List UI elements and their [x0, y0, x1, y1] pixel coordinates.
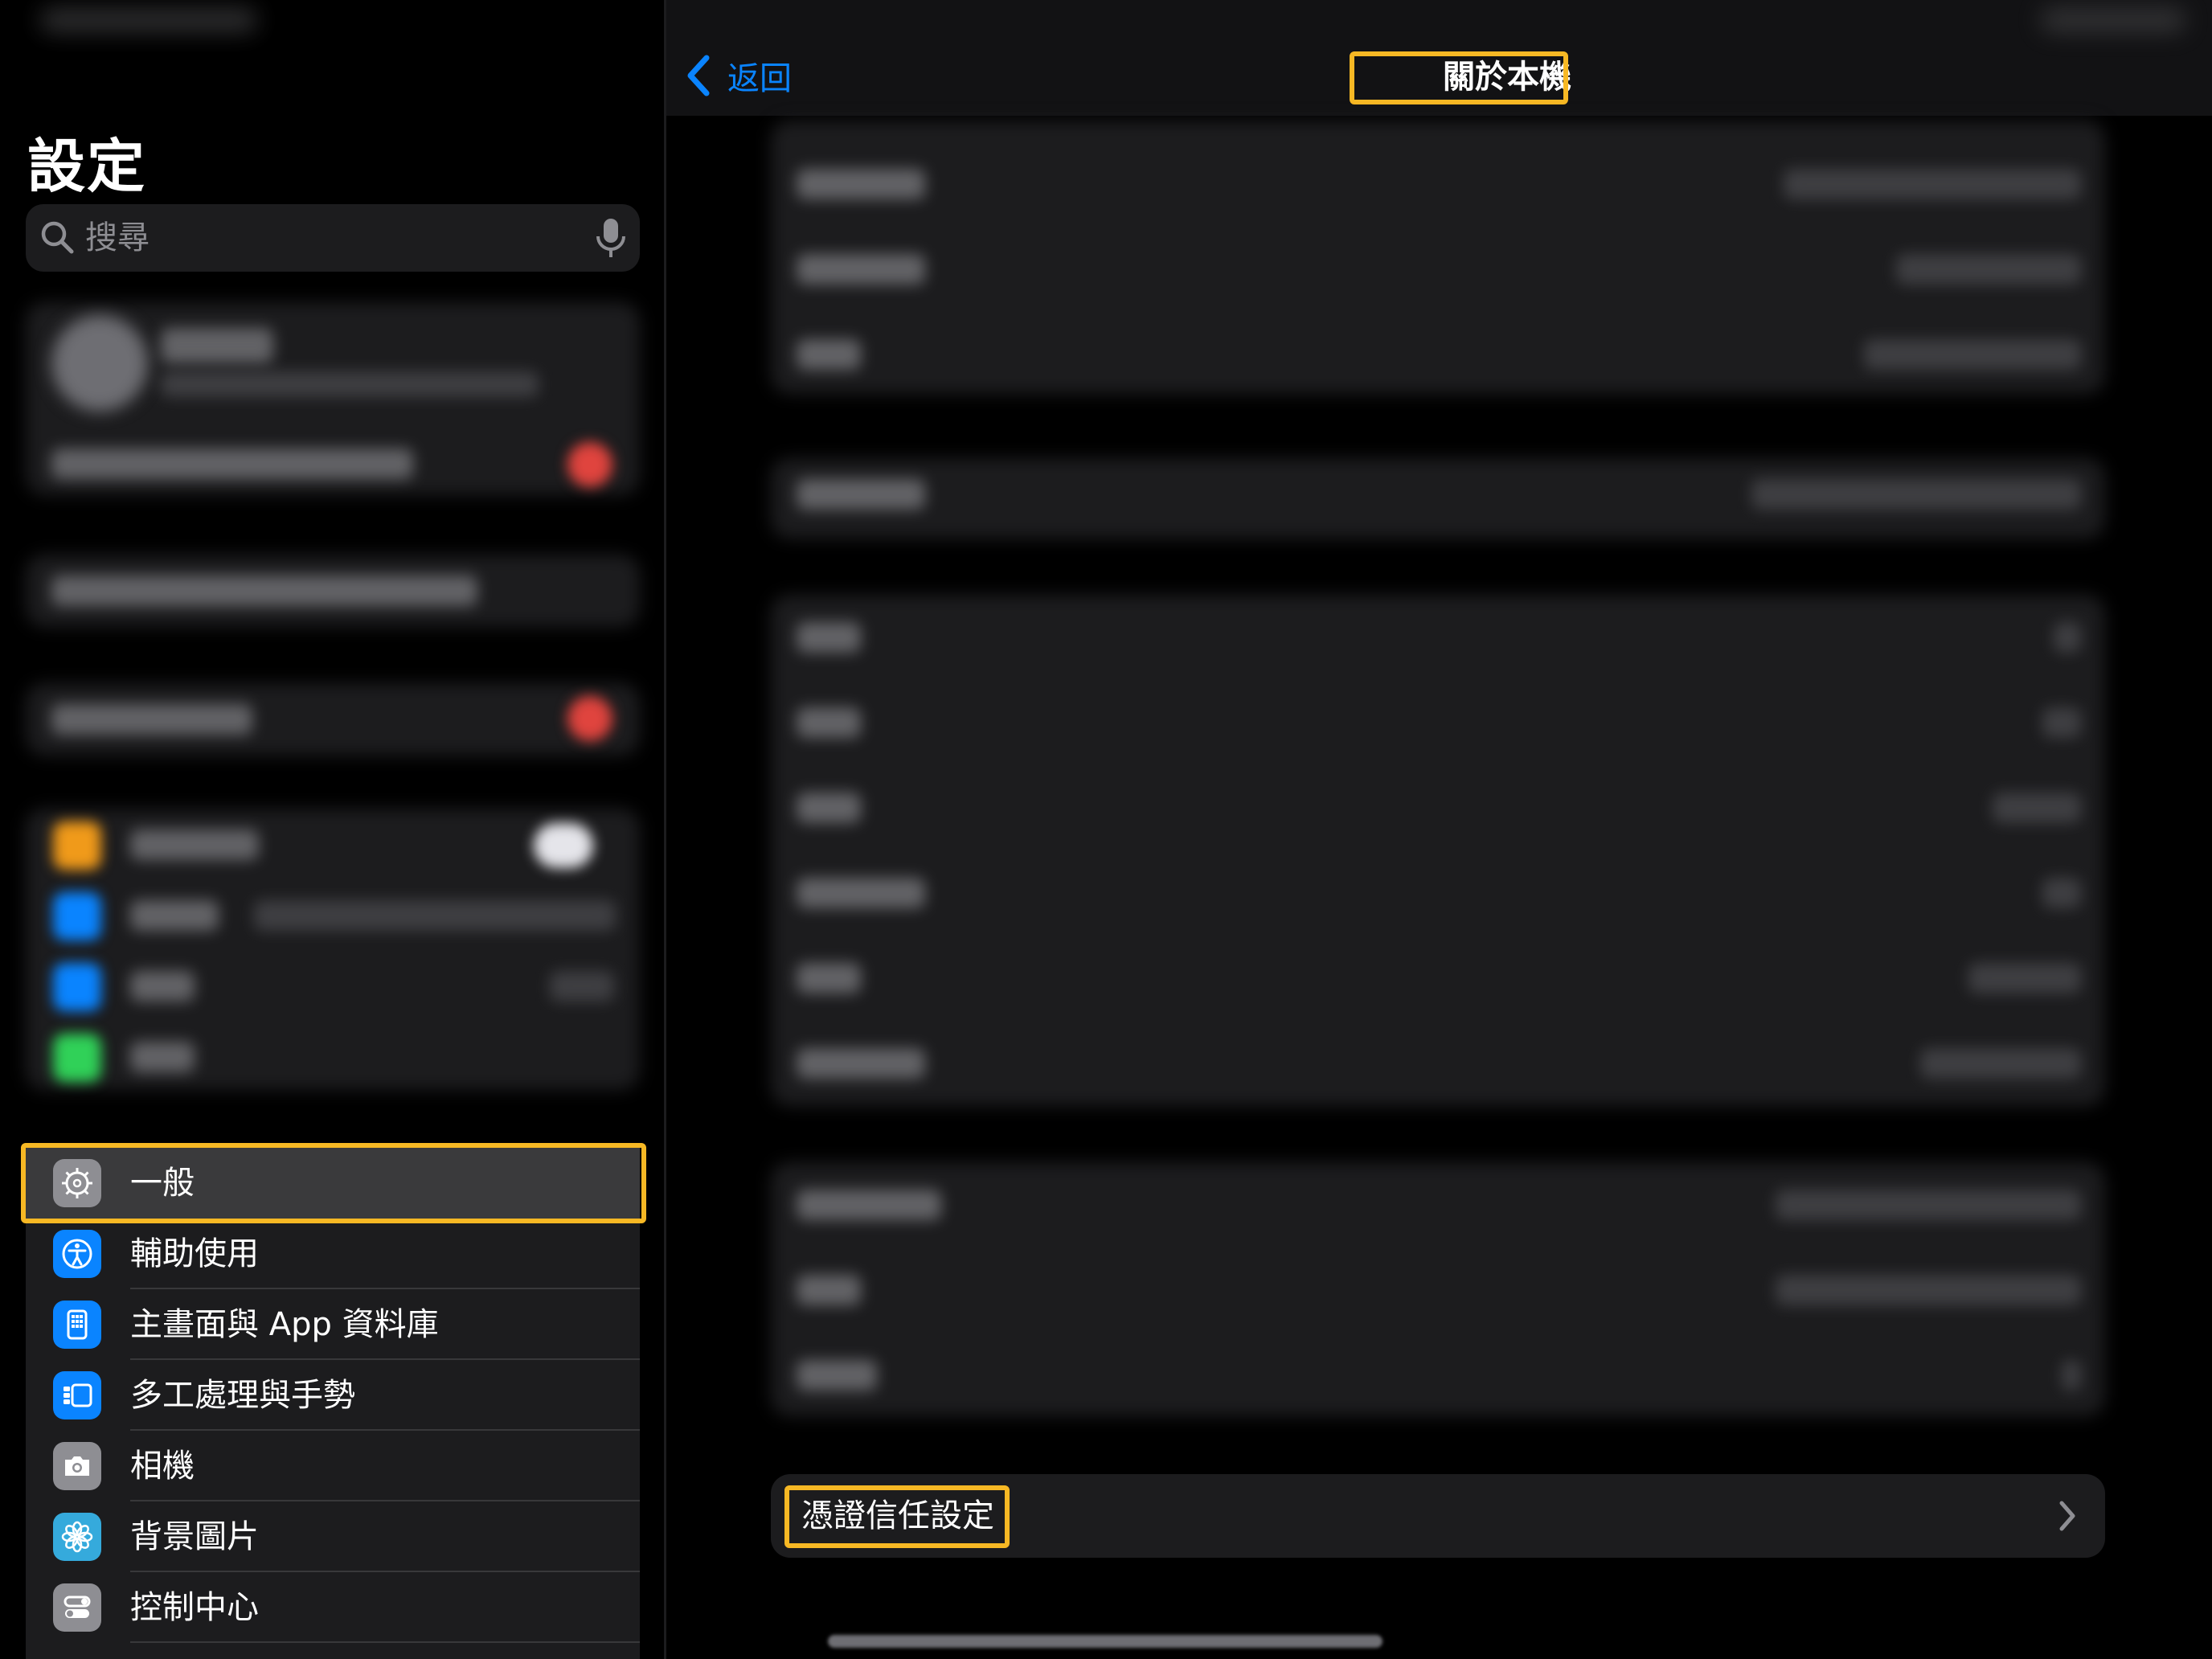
wallpaper-icon [53, 1513, 101, 1561]
info-value-blurred [1776, 1190, 2081, 1220]
settings-menu-list: 一般 輔助使用 主畫面與 App 資料庫 多工處理與手勢 相機 背景圖片 控制中… [26, 1148, 640, 1659]
microphone-icon[interactable] [593, 215, 629, 260]
coverage-label-blurred [797, 479, 925, 510]
menu-item-label: 主畫面與 App 資料庫 [130, 1306, 439, 1343]
menu-item-general[interactable]: 一般 [26, 1148, 640, 1219]
certificate-trust-settings-label: 憑證信任設定 [801, 1497, 994, 1534]
gear-icon [53, 1159, 101, 1207]
navigation-bar: 返回 關於本機 [666, 0, 2212, 116]
menu-item-label: 輔助使用 [130, 1235, 259, 1272]
menu-item-label: 一般 [130, 1165, 195, 1202]
menu-item-control-center[interactable]: 控制中心 [26, 1572, 640, 1643]
finish-setup-text-blurred [51, 704, 252, 735]
sidebar-title: 設定 [27, 133, 147, 200]
info-value-blurred [1896, 254, 2081, 285]
home-screen-icon [53, 1301, 101, 1349]
info-label-blurred [797, 963, 861, 993]
chevron-right-icon [2059, 1501, 2075, 1531]
account-name-blurred [161, 328, 273, 363]
info-value-blurred [1968, 963, 2081, 993]
chevron-right-icon [2062, 1360, 2081, 1391]
account-subtitle-blurred [161, 371, 539, 397]
back-label: 返回 [727, 60, 792, 97]
menu-item-accessibility[interactable]: 輔助使用 [26, 1219, 640, 1289]
wifi-network-blurred [254, 900, 616, 931]
info-value-blurred [1784, 169, 2081, 199]
menu-item-label: 相機 [130, 1448, 195, 1485]
info-label-blurred [797, 1360, 877, 1391]
info-value-blurred [1776, 1275, 2081, 1305]
airplane-toggle-blurred[interactable] [534, 823, 593, 868]
chevron-left-icon [687, 55, 710, 96]
accessibility-icon [53, 1230, 101, 1278]
info-label-blurred [797, 878, 925, 908]
menu-item-label: 控制中心 [130, 1589, 259, 1626]
media-capacity-group-blurred [771, 595, 2105, 1106]
info-label-blurred [797, 1190, 941, 1220]
info-value-blurred [2042, 707, 2081, 738]
info-label-blurred [797, 707, 861, 738]
info-label-blurred [797, 1275, 861, 1305]
battery-label-blurred [130, 1042, 195, 1072]
info-value-blurred [2042, 878, 2081, 908]
search-icon [41, 221, 74, 254]
search-input[interactable]: 搜尋 [85, 217, 150, 259]
info-value-blurred [1864, 339, 2081, 370]
about-detail-pane: 返回 關於本機 憑證信任設定 [666, 0, 2212, 1659]
bluetooth-status-blurred [550, 971, 614, 1002]
settings-sidebar: 設定 搜尋 一般 輔助使用 主畫面與 App 資料庫 多工處理與手勢 相機 背景… [0, 0, 666, 1659]
menu-item-label: 背景圖片 [130, 1518, 259, 1555]
control-center-icon [53, 1583, 101, 1632]
page-title: 關於本機 [1443, 59, 1571, 96]
row-divider [130, 1641, 640, 1643]
info-value-blurred [2054, 622, 2081, 653]
menu-item-multitasking[interactable]: 多工處理與手勢 [26, 1360, 640, 1431]
info-label-blurred [797, 254, 925, 285]
menu-item-home-screen[interactable]: 主畫面與 App 資料庫 [26, 1289, 640, 1360]
wifi-icon [53, 892, 101, 940]
airplane-mode-icon [53, 821, 101, 870]
avatar-blurred [51, 315, 148, 412]
badge-blurred [567, 442, 612, 487]
wifi-label-blurred [130, 900, 219, 931]
info-label-blurred [797, 169, 925, 199]
info-label-blurred [797, 339, 861, 370]
multitasking-icon [53, 1371, 101, 1419]
camera-icon [53, 1442, 101, 1490]
account-notice-blurred [51, 449, 413, 479]
battery-icon [53, 1034, 101, 1082]
promo-text-blurred [51, 576, 477, 606]
menu-item-label: 多工處理與手勢 [130, 1377, 355, 1414]
coverage-value-blurred [1751, 479, 2081, 510]
menu-item-camera[interactable]: 相機 [26, 1431, 640, 1501]
info-value-blurred [1920, 1048, 2081, 1079]
menu-item-wallpaper[interactable]: 背景圖片 [26, 1501, 640, 1572]
bluetooth-label-blurred [130, 971, 195, 1002]
status-bar-icons-blurred [2041, 8, 2185, 32]
back-button[interactable]: 返回 [684, 51, 792, 100]
search-bar[interactable]: 搜尋 [26, 204, 640, 272]
info-label-blurred [797, 622, 861, 653]
home-indicator[interactable] [828, 1635, 1382, 1648]
certificate-trust-settings-row[interactable]: 憑證信任設定 [771, 1474, 2105, 1558]
bluetooth-icon [53, 963, 101, 1011]
info-value-blurred [1993, 793, 2081, 823]
info-label-blurred [797, 793, 861, 823]
airplane-mode-label-blurred [130, 830, 259, 860]
badge-blurred [567, 696, 612, 741]
info-label-blurred [797, 1048, 925, 1079]
status-bar-time-blurred [40, 8, 257, 32]
